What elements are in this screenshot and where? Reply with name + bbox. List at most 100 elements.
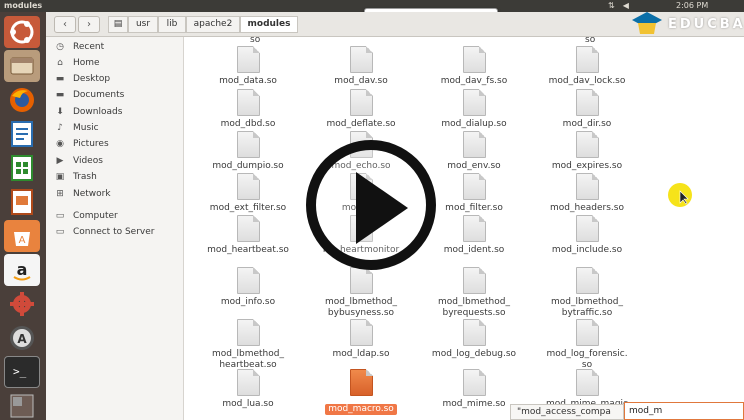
settings-icon[interactable] bbox=[4, 288, 40, 320]
file-name: mod_deflate.so bbox=[326, 119, 396, 129]
breadcrumb-lib[interactable]: lib bbox=[158, 16, 186, 33]
file-item[interactable]: mod_lbmethod_ byrequests.so bbox=[419, 267, 529, 319]
calc-icon[interactable] bbox=[4, 152, 40, 184]
sidebar-item-desktop[interactable]: ▬ Desktop bbox=[54, 72, 110, 86]
document-icon bbox=[462, 131, 486, 158]
file-item[interactable]: mod_info.so bbox=[193, 267, 303, 308]
document-icon bbox=[236, 46, 260, 73]
drive-icon: ▤ bbox=[113, 19, 123, 29]
file-name: mod_lbmethod_ heartbeat.so bbox=[212, 349, 284, 370]
file-item[interactable]: mod_headers.so bbox=[532, 173, 642, 214]
sidebar-item-computer[interactable]: ▭ Computer bbox=[54, 209, 118, 223]
document-icon bbox=[236, 319, 260, 346]
impress-icon[interactable] bbox=[4, 186, 40, 218]
document-icon bbox=[462, 89, 486, 116]
file-item[interactable]: mod_dav_lock.so bbox=[532, 46, 642, 87]
file-item[interactable]: mod_expires.so bbox=[532, 131, 642, 172]
firefox-icon[interactable] bbox=[4, 84, 40, 116]
software-center-icon[interactable]: A bbox=[4, 220, 40, 252]
server-icon: ▭ bbox=[55, 227, 65, 237]
file-name: mod_lbmethod_ byrequests.so bbox=[438, 297, 510, 318]
file-item[interactable]: mod_dav.so bbox=[306, 46, 416, 87]
files-icon[interactable] bbox=[4, 50, 40, 82]
sidebar-item-documents[interactable]: ▬ Documents bbox=[54, 88, 125, 102]
file-item[interactable]: mod_heartbeat.so bbox=[193, 215, 303, 256]
sidebar-item-label: Desktop bbox=[73, 74, 111, 84]
sidebar-item-label: Connect to Server bbox=[73, 227, 155, 237]
breadcrumb-apache2[interactable]: apache2 bbox=[186, 16, 240, 33]
sidebar-item-music[interactable]: ♪ Music bbox=[54, 121, 99, 135]
ubuntu-dash-icon[interactable] bbox=[4, 16, 40, 48]
partial-file-label[interactable]: so bbox=[250, 37, 260, 45]
network-indicator-icon[interactable]: ⇅ bbox=[608, 0, 615, 12]
sidebar-item-downloads[interactable]: ⬇ Downloads bbox=[54, 105, 122, 119]
sidebar-item-label: Home bbox=[73, 58, 100, 68]
file-item[interactable]: mod_dumpio.so bbox=[193, 131, 303, 172]
sidebar-item-label: Network bbox=[73, 189, 111, 199]
file-item[interactable]: mod_deflate.so bbox=[306, 89, 416, 130]
sidebar-item-connect-to-server[interactable]: ▭ Connect to Server bbox=[54, 225, 155, 239]
writer-icon[interactable] bbox=[4, 118, 40, 150]
sidebar-item-label: Music bbox=[73, 123, 99, 133]
file-item[interactable]: mod_ident.so bbox=[419, 215, 529, 256]
workspace-icon[interactable] bbox=[4, 390, 40, 420]
file-grid: so so mod_data.so mod_dav.so mod_dav_fs.… bbox=[185, 37, 744, 420]
file-item[interactable]: mod_lbmethod_ bytraffic.so bbox=[532, 267, 642, 319]
file-item[interactable]: mod_ext_filter.so bbox=[193, 173, 303, 214]
back-button[interactable]: ‹ bbox=[54, 16, 76, 33]
file-item[interactable]: mod_dav_fs.so bbox=[419, 46, 529, 87]
file-item[interactable]: mod_env.so bbox=[419, 131, 529, 172]
trash-icon: ▣ bbox=[55, 172, 65, 182]
sidebar-item-home[interactable]: ⌂ Home bbox=[54, 56, 100, 70]
file-item[interactable]: mod_include.so bbox=[532, 215, 642, 256]
file-item[interactable]: mod_log_forensic. so bbox=[532, 319, 642, 371]
file-item[interactable]: mod_dbd.so bbox=[193, 89, 303, 130]
typeahead-suggestion[interactable]: "mod_access_compa bbox=[510, 404, 624, 420]
file-item[interactable]: mod_log_debug.so bbox=[419, 319, 529, 360]
file-name: mod_dbd.so bbox=[220, 119, 276, 129]
sidebar-item-label: Documents bbox=[73, 90, 125, 100]
file-item[interactable]: mod_lbmethod_ heartbeat.so bbox=[193, 319, 303, 371]
clock-icon: ◷ bbox=[56, 42, 64, 52]
file-name: mod_headers.so bbox=[550, 203, 624, 213]
file-name: mod_ldap.so bbox=[332, 349, 390, 359]
partial-file-label[interactable]: so bbox=[585, 37, 595, 45]
document-icon bbox=[575, 369, 599, 396]
file-name: mod_macro.so bbox=[325, 404, 397, 415]
sidebar-item-videos[interactable]: ▶ Videos bbox=[54, 154, 103, 168]
sidebar-item-pictures[interactable]: ◉ Pictures bbox=[54, 137, 109, 151]
file-item[interactable]: mod_ldap.so bbox=[306, 319, 416, 360]
file-name: mod_dir.so bbox=[562, 119, 612, 129]
document-icon bbox=[575, 319, 599, 346]
sound-indicator-icon[interactable]: ◀ bbox=[623, 0, 629, 12]
document-icon bbox=[462, 369, 486, 396]
file-item-selected[interactable]: mod_macro.so bbox=[306, 369, 416, 415]
breadcrumb-modules[interactable]: modules bbox=[240, 16, 298, 33]
file-name: mod_log_debug.so bbox=[431, 349, 517, 359]
folder-icon: ▬ bbox=[55, 90, 65, 100]
download-icon: ⬇ bbox=[56, 107, 64, 117]
file-item[interactable]: mod_lbmethod_ bybusyness.so bbox=[306, 267, 416, 319]
forward-button[interactable]: › bbox=[78, 16, 100, 33]
document-icon bbox=[462, 46, 486, 73]
svg-text:a: a bbox=[17, 260, 28, 279]
breadcrumb-usr[interactable]: usr bbox=[128, 16, 158, 33]
system-indicators: ⇅ ◀ bbox=[608, 0, 629, 12]
file-item[interactable]: mod_data.so bbox=[193, 46, 303, 87]
file-name: mod_ext_filter.so bbox=[209, 203, 287, 213]
video-play-button[interactable] bbox=[306, 140, 436, 270]
file-item[interactable]: mod_lua.so bbox=[193, 369, 303, 410]
sidebar-item-trash[interactable]: ▣ Trash bbox=[54, 170, 97, 184]
filesystem-root-button[interactable]: ▤ bbox=[108, 16, 128, 33]
file-item[interactable]: mod_dir.so bbox=[532, 89, 642, 130]
video-icon: ▶ bbox=[56, 156, 64, 166]
document-icon bbox=[575, 46, 599, 73]
file-name: mod_heartbeat.so bbox=[207, 245, 289, 255]
file-item[interactable]: mod_dialup.so bbox=[419, 89, 529, 130]
updater-icon[interactable]: A bbox=[4, 322, 40, 354]
terminal-icon[interactable]: >_ bbox=[4, 356, 40, 388]
amazon-icon[interactable]: a bbox=[4, 254, 40, 286]
sidebar-item-recent[interactable]: ◷ Recent bbox=[54, 40, 104, 54]
sidebar-item-network[interactable]: ⊞ Network bbox=[54, 187, 111, 201]
typeahead-search-input[interactable]: mod_m bbox=[624, 402, 744, 420]
